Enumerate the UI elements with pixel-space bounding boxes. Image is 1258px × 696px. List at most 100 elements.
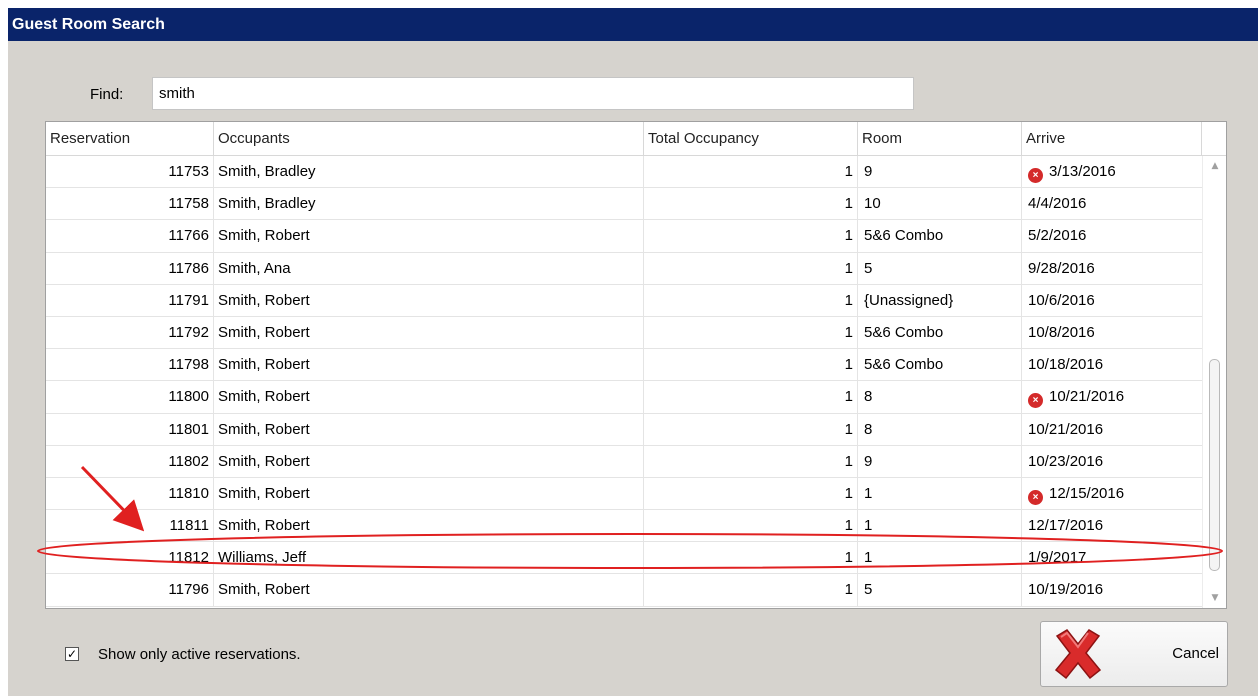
error-x-circle-icon: × [1028,393,1043,409]
room-cell: 8 [858,381,1022,413]
arrive-cell: 10/21/2016 [1028,420,1104,438]
room-cell: {Unassigned} [858,284,1022,316]
table-row[interactable]: 11800 Smith, Robert 1 8 × 10/21/2016 [46,381,1202,414]
occupants-cell: Smith, Robert [214,477,644,510]
table-row[interactable]: 11792 Smith, Robert 1 5&6 Combo 10/8/2016 [46,316,1202,350]
red-x-icon [1054,629,1102,680]
room-cell: 1 [858,542,1022,574]
column-header-arrive[interactable]: Arrive [1022,122,1202,156]
reservation-cell: 11796 [46,574,214,606]
arrive-cell: 10/6/2016 [1028,291,1095,309]
scroll-down-arrow-icon[interactable]: ▼ [1203,588,1226,608]
arrive-cell: 10/8/2016 [1028,323,1095,341]
vertical-scrollbar[interactable]: ▲ ▼ [1202,156,1226,608]
table-row[interactable]: 11810 Smith, Robert 1 1 × 12/15/2016 [46,477,1202,511]
cancel-button[interactable]: Cancel [1040,621,1228,687]
arrive-cell: 12/17/2016 [1028,517,1104,535]
reservation-cell: 11811 [46,510,214,542]
room-cell: 5 [858,252,1022,284]
reservation-cell: 11810 [46,477,214,510]
occupants-cell: Smith, Robert [214,413,644,445]
column-header-room[interactable]: Room [858,122,1022,156]
reservation-cell: 11798 [46,349,214,381]
window-title: Guest Room Search [8,8,1258,41]
room-cell: 1 [858,477,1022,510]
room-cell: 9 [858,156,1022,188]
reservation-cell: 11792 [46,316,214,349]
error-x-circle-icon: × [1028,489,1043,505]
table-row[interactable]: 11796 Smith, Robert 1 5 10/19/2016 [46,574,1202,607]
guest-room-search-dialog: Guest Room Search Find: Reservation Occu… [8,8,1258,696]
grid-rows: 11753 Smith, Bradley 1 9 × 3/13/2016 11758 Smit… [46,156,1202,607]
arrive-cell: × 10/21/2016 [1022,381,1202,412]
total-occupancy-cell: 1 [644,156,858,188]
room-cell: 9 [858,445,1022,477]
arrive-cell-text: 3/13/2016 [1049,163,1116,180]
table-row[interactable]: 11811 Smith, Robert 1 1 12/17/2016 [46,510,1202,543]
reservation-grid: Reservation Occupants Total Occupancy Ro… [45,121,1227,609]
arrive-cell: 5/2/2016 [1028,227,1087,245]
reservation-cell: 11758 [46,188,214,220]
arrive-cell: 10/18/2016 [1028,356,1104,374]
arrive-cell: 1/9/2017 [1028,549,1087,567]
table-row[interactable]: 11786 Smith, Ana 1 5 9/28/2016 [46,252,1202,285]
total-occupancy-cell: 1 [644,413,858,445]
column-header-reservation[interactable]: Reservation [46,122,214,156]
column-header-total-occupancy[interactable]: Total Occupancy [644,122,858,156]
cancel-label: Cancel [1172,645,1219,662]
occupants-cell: Smith, Robert [214,574,644,606]
reservation-cell: 11812 [46,542,214,574]
arrive-cell: 10/19/2016 [1028,581,1104,599]
occupants-cell: Smith, Robert [214,381,644,413]
table-row[interactable]: 11812 Williams, Jeff 1 1 1/9/2017 [46,542,1202,575]
occupants-cell: Smith, Robert [214,445,644,477]
total-occupancy-cell: 1 [644,574,858,606]
scrollbar-thumb[interactable] [1209,359,1220,571]
reservation-cell: 11753 [46,156,214,188]
total-occupancy-cell: 1 [644,349,858,381]
checkmark-icon: ✓ [66,647,78,661]
reservation-cell: 11791 [46,284,214,316]
total-occupancy-cell: 1 [644,316,858,349]
table-row[interactable]: 11802 Smith, Robert 1 9 10/23/2016 [46,445,1202,478]
show-active-checkbox[interactable]: ✓ [65,647,79,661]
table-row[interactable]: 11753 Smith, Bradley 1 9 × 3/13/2016 [46,156,1202,189]
show-active-label[interactable]: Show only active reservations. [98,646,301,663]
occupants-cell: Smith, Bradley [214,156,644,188]
occupants-cell: Smith, Robert [214,284,644,316]
grid-header: Reservation Occupants Total Occupancy Ro… [46,122,1226,156]
table-row[interactable]: 11758 Smith, Bradley 1 10 4/4/2016 [46,188,1202,221]
total-occupancy-cell: 1 [644,445,858,477]
room-cell: 1 [858,510,1022,542]
room-cell: 10 [858,188,1022,220]
arrive-cell: 4/4/2016 [1028,195,1087,213]
room-cell: 5&6 Combo [858,220,1022,252]
reservation-cell: 11802 [46,445,214,477]
find-label: Find: [90,86,124,103]
occupants-cell: Smith, Robert [214,220,644,252]
reservation-cell: 11766 [46,220,214,252]
total-occupancy-cell: 1 [644,284,858,316]
table-row[interactable]: 11766 Smith, Robert 1 5&6 Combo 5/2/2016 [46,220,1202,253]
table-row[interactable]: 11798 Smith, Robert 1 5&6 Combo 10/18/2016 [46,349,1202,382]
occupants-cell: Williams, Jeff [214,542,644,574]
table-row[interactable]: 11791 Smith, Robert 1 {Unassigned} 10/6/2016 [46,284,1202,317]
total-occupancy-cell: 1 [644,220,858,252]
occupants-cell: Smith, Bradley [214,188,644,220]
reservation-cell: 11786 [46,252,214,284]
arrive-cell: 10/23/2016 [1028,452,1104,470]
occupants-cell: Smith, Robert [214,349,644,381]
room-cell: 5&6 Combo [858,349,1022,381]
scroll-up-arrow-icon[interactable]: ▲ [1203,156,1226,176]
occupants-cell: Smith, Robert [214,316,644,349]
table-row[interactable]: 11801 Smith, Robert 1 8 10/21/2016 [46,413,1202,446]
occupants-cell: Smith, Robert [214,510,644,542]
reservation-cell: 11800 [46,381,214,413]
total-occupancy-cell: 1 [644,542,858,574]
reservation-cell: 11801 [46,413,214,445]
total-occupancy-cell: 1 [644,381,858,413]
room-cell: 5 [858,574,1022,606]
column-header-occupants[interactable]: Occupants [214,122,644,156]
occupants-cell: Smith, Ana [214,252,644,284]
find-input[interactable] [152,77,914,110]
